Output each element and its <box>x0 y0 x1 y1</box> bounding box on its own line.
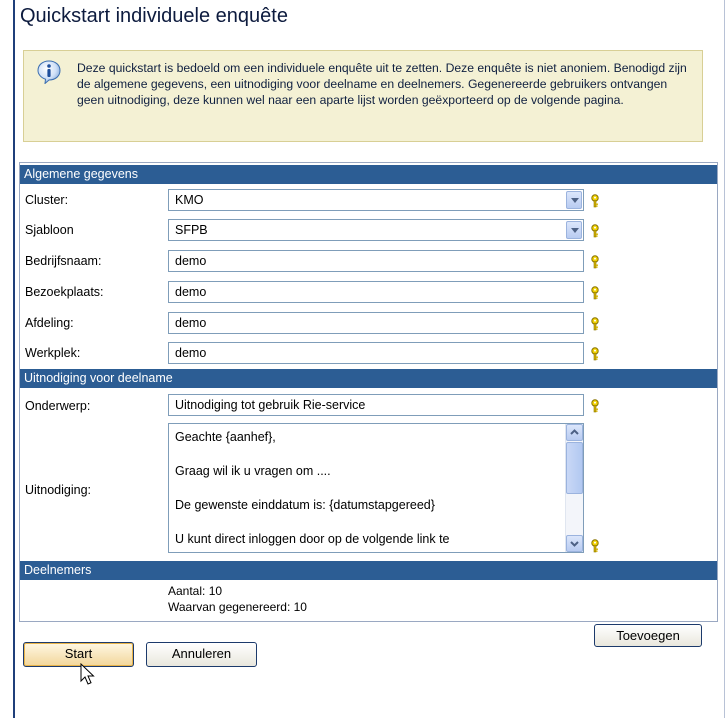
textarea-line: Graag wil ik u vragen om .... <box>175 464 331 478</box>
textarea-line: U kunt direct inloggen door op de volgen… <box>175 532 450 546</box>
add-participants-button[interactable]: Toevoegen <box>594 624 702 647</box>
key-icon <box>591 255 599 269</box>
werkplek-label: Werkplek: <box>25 346 81 360</box>
uitnodiging-textarea[interactable]: Geachte {aanhef}, Graag wil ik u vragen … <box>168 423 584 553</box>
quickstart-form: Algemene gegevens Cluster: KMO Sjabloon … <box>19 162 718 647</box>
key-icon <box>591 539 599 553</box>
key-icon <box>591 347 599 361</box>
page-title: Quickstart individuele enquête <box>20 5 288 27</box>
sjabloon-label: Sjabloon <box>25 223 74 237</box>
cluster-value: KMO <box>175 193 204 207</box>
scrollbar-thumb[interactable] <box>566 442 583 494</box>
textarea-scrollbar[interactable] <box>565 424 583 552</box>
textarea-line: De gewenste einddatum is: {datumstapgere… <box>175 498 435 512</box>
bedrijfsnaam-input[interactable]: demo <box>168 250 584 272</box>
sjabloon-select[interactable]: SFPB <box>168 219 584 241</box>
bezoekplaats-input[interactable]: demo <box>168 281 584 303</box>
cancel-button[interactable]: Annuleren <box>146 642 257 667</box>
onderwerp-input[interactable]: Uitnodiging tot gebruik Rie-service <box>168 394 584 416</box>
sjabloon-value: SFPB <box>175 223 208 237</box>
participants-generated: Waarvan gegenereerd: 10 <box>168 600 307 614</box>
werkplek-input[interactable]: demo <box>168 342 584 364</box>
mouse-cursor-icon <box>80 663 95 685</box>
info-icon <box>37 60 61 84</box>
chevron-down-icon[interactable] <box>566 191 582 209</box>
key-icon <box>591 286 599 300</box>
key-icon <box>591 194 599 208</box>
bedrijfsnaam-label: Bedrijfsnaam: <box>25 254 102 268</box>
key-icon <box>591 224 599 238</box>
bezoekplaats-label: Bezoekplaats: <box>25 285 104 299</box>
uitnodiging-label: Uitnodiging: <box>25 483 92 497</box>
info-text: Deze quickstart is bedoeld om een indivi… <box>77 61 687 107</box>
key-icon <box>591 399 599 413</box>
scroll-down-button[interactable] <box>566 535 583 552</box>
key-icon <box>591 317 599 331</box>
chevron-down-icon <box>570 541 579 547</box>
start-button[interactable]: Start <box>23 642 134 667</box>
section-general-header: Algemene gegevens <box>20 165 717 184</box>
chevron-up-icon <box>570 429 579 435</box>
cluster-label: Cluster: <box>25 193 69 207</box>
section-participants-header: Deelnemers <box>20 561 717 580</box>
section-invitation-header: Uitnodiging voor deelname <box>20 369 717 388</box>
cluster-select[interactable]: KMO <box>168 189 584 211</box>
onderwerp-label: Onderwerp: <box>25 399 91 413</box>
participants-count: Aantal: 10 <box>168 584 223 598</box>
chevron-down-icon[interactable] <box>566 221 582 239</box>
afdeling-input[interactable]: demo <box>168 312 584 334</box>
info-box: Deze quickstart is bedoeld om een indivi… <box>23 50 703 142</box>
textarea-line: Geachte {aanhef}, <box>175 430 276 444</box>
scroll-up-button[interactable] <box>566 424 583 441</box>
afdeling-label: Afdeling: <box>25 316 74 330</box>
